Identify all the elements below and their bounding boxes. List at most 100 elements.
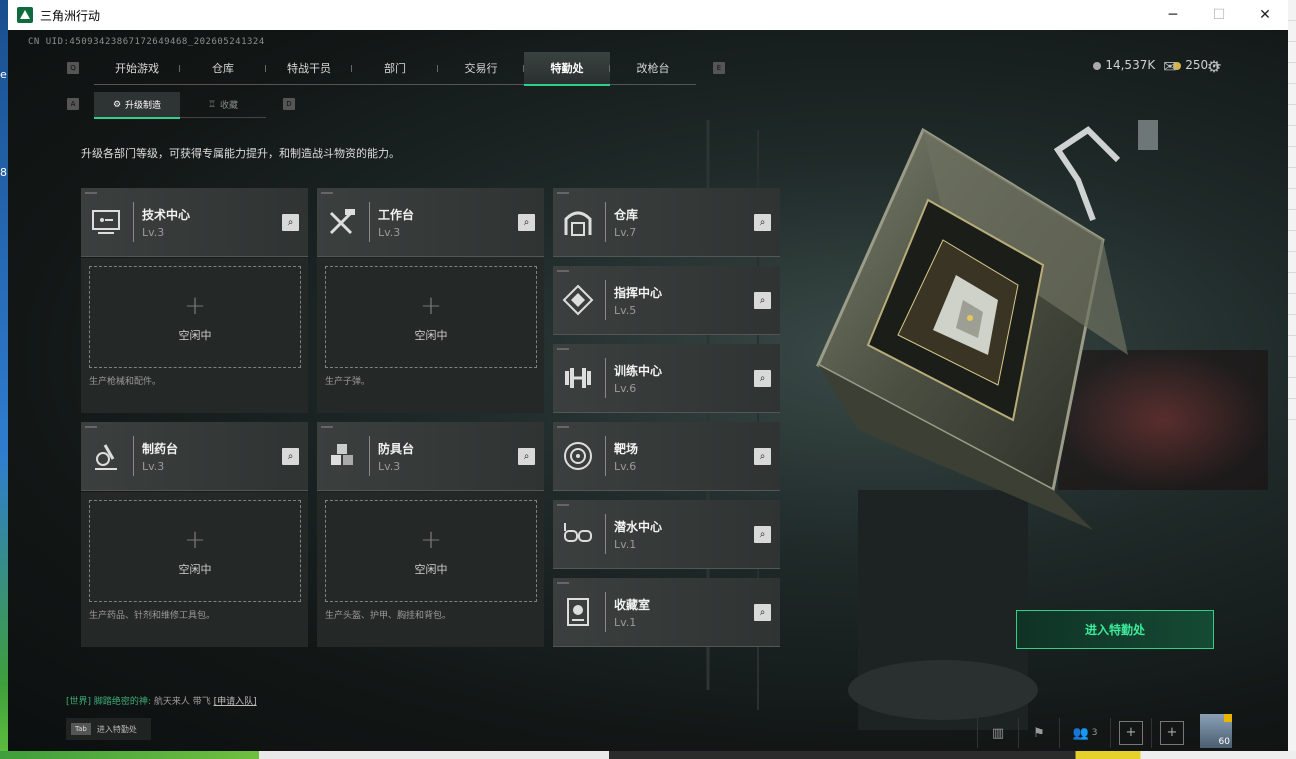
settings-button[interactable]: ⚙ xyxy=(1204,56,1224,76)
inspect-button[interactable]: ⌕ xyxy=(754,214,771,231)
empty-slot[interactable]: + 空闲中 xyxy=(325,500,537,602)
add-icon: + xyxy=(184,291,206,321)
dept-card-diving-center[interactable]: 潜水中心 Lv.1 ⌕ xyxy=(553,500,780,569)
trophy-icon xyxy=(567,598,589,626)
dept-level: Lv.3 xyxy=(142,460,165,473)
inspect-button[interactable]: ⌕ xyxy=(282,448,299,465)
dept-card-warehouse[interactable]: 仓库 Lv.7 ⌕ xyxy=(553,188,780,257)
minimize-button[interactable]: ─ xyxy=(1150,0,1196,30)
dept-name: 训练中心 xyxy=(614,364,663,378)
dept-level: Lv.6 xyxy=(614,460,637,473)
dept-name: 潜水中心 xyxy=(614,520,663,534)
tab-warehouse[interactable]: 仓库 xyxy=(180,52,266,84)
dept-card-tech-center[interactable]: 技术中心 Lv.3 ⌕ xyxy=(81,188,308,257)
search-icon: ⌕ xyxy=(523,217,530,228)
close-button[interactable]: ✕ xyxy=(1242,0,1288,30)
desktop-background-right xyxy=(1288,0,1296,759)
search-icon: ⌕ xyxy=(759,529,766,540)
tools-icon xyxy=(329,209,355,235)
dept-card-pharmacy[interactable]: 制药台 Lv.3 ⌕ xyxy=(81,422,308,491)
window-title: 三角洲行动 xyxy=(40,8,101,23)
add-icon: + xyxy=(184,525,206,555)
dumbbell-icon xyxy=(565,368,591,388)
dept-level: Lv.1 xyxy=(614,616,637,629)
tab-special-ops[interactable]: 特勤处 xyxy=(524,52,610,86)
friends-button[interactable]: 👥 3 xyxy=(1059,718,1110,748)
inspect-button[interactable]: ⌕ xyxy=(754,370,771,387)
search-icon: ⌕ xyxy=(759,451,766,462)
search-icon: ⌕ xyxy=(759,607,766,618)
maximize-icon: ☐ xyxy=(1212,7,1226,23)
dept-card-training-center[interactable]: 训练中心 Lv.6 ⌕ xyxy=(553,344,780,413)
mail-button[interactable]: ✉ xyxy=(1160,56,1180,76)
bottom-toolbar: ▥ ⚑ 👥 3 + + xyxy=(977,718,1192,748)
slot-description: 生产枪械和配件。 xyxy=(89,377,162,387)
tab-key: Tab xyxy=(71,723,91,735)
empty-slot[interactable]: + 空闲中 xyxy=(89,500,301,602)
enter-special-ops-button[interactable]: 进入特勤处 xyxy=(1016,610,1214,649)
inspect-button[interactable]: ⌕ xyxy=(518,448,535,465)
cubes-icon xyxy=(331,444,353,465)
tab-gunsmith[interactable]: 改枪台 xyxy=(610,52,696,84)
key-hint-a: A xyxy=(67,98,79,110)
money-icon xyxy=(1093,61,1102,70)
dept-name: 仓库 xyxy=(614,208,639,222)
dept-card-shooting-range[interactable]: 靶场 Lv.6 ⌕ xyxy=(553,422,780,491)
apply-join-link[interactable]: [申请入队] xyxy=(214,697,257,707)
search-icon: ⌕ xyxy=(759,217,766,228)
inspect-button[interactable]: ⌕ xyxy=(754,292,771,309)
dept-card-workbench[interactable]: 工作台 Lv.3 ⌕ xyxy=(317,188,544,257)
player-uid: CN UID:450934238671726494​68_20260524132… xyxy=(28,37,265,47)
mail-icon: ✉ xyxy=(1163,56,1177,76)
tab-hint-label: 进入特勤处 xyxy=(96,724,137,734)
dept-name: 制药台 xyxy=(142,442,179,456)
add-teammate-button[interactable]: + xyxy=(1151,718,1192,748)
inspect-button[interactable]: ⌕ xyxy=(518,214,535,231)
diving-mask-icon xyxy=(564,523,592,542)
tab-trading[interactable]: 交易行 xyxy=(438,52,524,84)
chat-sender[interactable]: 脚踏绝密的神: xyxy=(94,697,151,707)
subtab-collection[interactable]: ♖ 收藏 xyxy=(180,92,266,117)
desktop-fragment: e xyxy=(0,68,7,81)
production-slot-workbench: + 空闲中 生产子弹。 xyxy=(317,258,544,413)
player-avatar[interactable]: 60 xyxy=(1200,714,1232,748)
dept-level: Lv.3 xyxy=(378,226,401,239)
empty-slot[interactable]: + 空闲中 xyxy=(325,266,537,368)
tab-operators[interactable]: 特战干员 xyxy=(266,52,352,84)
money-display[interactable]: 14,537K xyxy=(1093,58,1155,72)
sub-nav-tabs: ⚙ 升级制造 ♖ 收藏 xyxy=(94,92,266,119)
slot-status: 空闲中 xyxy=(178,329,212,342)
title-bar[interactable]: 三角洲行动 ─ ☐ ✕ xyxy=(8,0,1288,30)
gear-icon: ⚙ xyxy=(1206,56,1222,76)
inspect-button[interactable]: ⌕ xyxy=(754,448,771,465)
tab-department[interactable]: 部门 xyxy=(352,52,438,84)
maximize-button[interactable]: ☐ xyxy=(1196,0,1242,30)
app-logo-icon xyxy=(17,7,33,23)
dept-name: 工作台 xyxy=(378,208,415,222)
dept-card-command-center[interactable]: 指挥中心 Lv.5 ⌕ xyxy=(553,266,780,335)
flag-icon: ⚑ xyxy=(1033,725,1045,741)
bar-chart-icon: ▥ xyxy=(991,725,1005,741)
search-icon: ⌕ xyxy=(287,451,294,462)
add-icon: + xyxy=(420,291,442,321)
add-icon: + xyxy=(1160,721,1184,745)
dept-card-armor-bench[interactable]: 防具台 Lv.3 ⌕ xyxy=(317,422,544,491)
empty-slot[interactable]: + 空闲中 xyxy=(89,266,301,368)
subtab-upgrade-craft[interactable]: ⚙ 升级制造 xyxy=(94,92,180,119)
stats-button[interactable]: ▥ xyxy=(977,718,1018,748)
dept-level: Lv.1 xyxy=(614,538,637,551)
dept-card-collection-room[interactable]: 收藏室 Lv.1 ⌕ xyxy=(553,578,780,647)
chat-channel[interactable]: [世界] xyxy=(66,697,91,707)
add-teammate-button[interactable]: + xyxy=(1110,718,1151,748)
inspect-button[interactable]: ⌕ xyxy=(754,604,771,621)
tab-start-game[interactable]: 开始游戏 xyxy=(94,52,180,84)
flag-button[interactable]: ⚑ xyxy=(1018,718,1059,748)
inspect-button[interactable]: ⌕ xyxy=(282,214,299,231)
inspect-button[interactable]: ⌕ xyxy=(754,526,771,543)
taskbar-fragment xyxy=(0,751,1296,759)
dept-name: 指挥中心 xyxy=(614,286,663,300)
target-icon xyxy=(564,442,592,470)
tab-key-hint[interactable]: Tab 进入特勤处 xyxy=(66,718,151,740)
dept-name: 防具台 xyxy=(378,442,415,456)
close-icon: ✕ xyxy=(1259,7,1271,23)
